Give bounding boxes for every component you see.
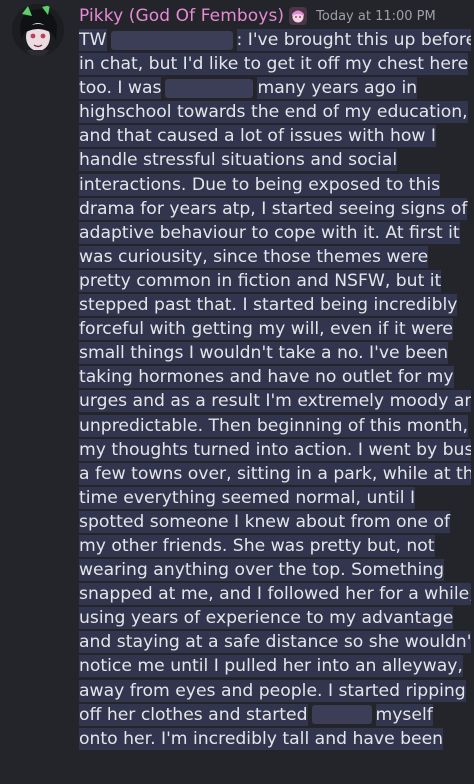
message-text: spotted someone I knew about from one of — [79, 510, 451, 533]
redacted-text — [110, 30, 233, 50]
message-line: and that caused a lot of issues with how… — [79, 124, 471, 148]
message-content: TW : I've brought this up before in chat, … — [79, 28, 471, 751]
message-text: TW — [79, 29, 107, 51]
message-line: away from eyes and people. I started rip… — [79, 679, 471, 703]
username[interactable]: Pikky (God Of Femboys) — [79, 6, 284, 26]
message-text: handle stressful situations and social — [79, 149, 398, 172]
message-text: myself — [375, 703, 433, 726]
message-text: highschool towards the end of my educati… — [79, 101, 468, 124]
message-line: my thoughts turned into action. I went b… — [79, 438, 471, 462]
message-text: my other friends. She was pretty but, no… — [79, 534, 435, 557]
message-line: spotted someone I knew about from one of — [79, 510, 471, 534]
message-line: in chat, but I'd like to get it off my c… — [79, 52, 471, 76]
message-text: taking hormones and have no outlet for m… — [79, 366, 454, 389]
anime-avatar-icon — [12, 4, 64, 56]
message-line: wearing anything over the top. Something — [79, 558, 471, 582]
message-line: drama for years atp, I started seeing si… — [79, 197, 471, 221]
message-text: small things I wouldn't take a no. I've … — [79, 342, 449, 365]
redacted-text — [165, 78, 254, 98]
message-timestamp: Today at 11:00 PM — [316, 8, 436, 24]
message-text: off her clothes and started — [79, 703, 308, 726]
message-text: : I've brought this up before — [236, 29, 471, 51]
message-line: adaptive behaviour to cope with it. At f… — [79, 221, 471, 245]
redacted-text — [311, 705, 372, 725]
message-text: unpredictable. Then beginning of this mo… — [79, 414, 468, 437]
message-line: TW : I've brought this up before — [79, 28, 471, 52]
message-text: forceful with getting my will, even if i… — [79, 318, 453, 341]
message-text: many years ago in — [257, 77, 418, 100]
message-line: my other friends. She was pretty but, no… — [79, 534, 471, 558]
message-text: wearing anything over the top. Something — [79, 559, 445, 582]
message-line: snapped at me, and I followed her for a … — [79, 582, 471, 606]
message-text: interactions. Due to being exposed to th… — [79, 173, 441, 196]
message-line: was curiousity, since those themes were — [79, 245, 471, 269]
message-line: taking hormones and have no outlet for m… — [79, 365, 471, 389]
role-emoji-icon — [289, 7, 308, 25]
message-line: using years of experience to my advantag… — [79, 606, 471, 630]
message-header: Pikky (God Of Femboys) Today at 11:00 PM — [79, 4, 436, 28]
user-avatar[interactable] — [12, 4, 64, 56]
message-line: a few towns over, sitting in a park, whi… — [79, 462, 471, 486]
message-text: snapped at me, and I followed her for a … — [79, 583, 471, 606]
message-text: a few towns over, sitting in a park, whi… — [79, 462, 471, 485]
message-line: pretty common in fiction and NSFW, but i… — [79, 269, 471, 293]
message-text: using years of experience to my advantag… — [79, 607, 454, 630]
message-line: handle stressful situations and social — [79, 148, 471, 172]
message-line: small things I wouldn't take a no. I've … — [79, 341, 471, 365]
message-text: stepped past that. I started being incre… — [79, 294, 458, 317]
message-line: too. I was many years ago in — [79, 76, 471, 100]
message-text: in chat, but I'd like to get it off my c… — [79, 53, 469, 76]
message-line: time everything seemed normal, until I — [79, 486, 471, 510]
chat-message: Pikky (God Of Femboys) Today at 11:00 PM… — [0, 0, 474, 784]
message-line: urges and as a result I'm extremely mood… — [79, 389, 471, 413]
message-text: urges and as a result I'm extremely mood… — [79, 390, 471, 413]
message-text: away from eyes and people. I started rip… — [79, 679, 466, 702]
message-text: notice me until I pulled her into an all… — [79, 655, 463, 678]
message-text: was curiousity, since those themes were — [79, 245, 429, 268]
message-text: my thoughts turned into action. I went b… — [79, 438, 471, 461]
message-line: onto her. I'm incredibly tall and have b… — [79, 727, 471, 751]
message-text: pretty common in fiction and NSFW, but i… — [79, 269, 442, 292]
message-text: onto her. I'm incredibly tall and have b… — [79, 727, 444, 750]
message-line: highschool towards the end of my educati… — [79, 100, 471, 124]
message-line: unpredictable. Then beginning of this mo… — [79, 414, 471, 438]
message-text: adaptive behaviour to cope with it. At f… — [79, 221, 460, 244]
message-text: and staying at a safe distance so she wo… — [79, 631, 471, 654]
message-text: too. I was — [79, 77, 162, 100]
message-line: forceful with getting my will, even if i… — [79, 317, 471, 341]
message-line: and staying at a safe distance so she wo… — [79, 630, 471, 654]
message-line: notice me until I pulled her into an all… — [79, 654, 471, 678]
message-text: and that caused a lot of issues with how… — [79, 125, 436, 148]
message-line: interactions. Due to being exposed to th… — [79, 173, 471, 197]
message-text: time everything seemed normal, until I — [79, 486, 416, 509]
message-text: drama for years atp, I started seeing si… — [79, 197, 468, 220]
message-line: stepped past that. I started being incre… — [79, 293, 471, 317]
message-line: off her clothes and started myself — [79, 703, 471, 727]
